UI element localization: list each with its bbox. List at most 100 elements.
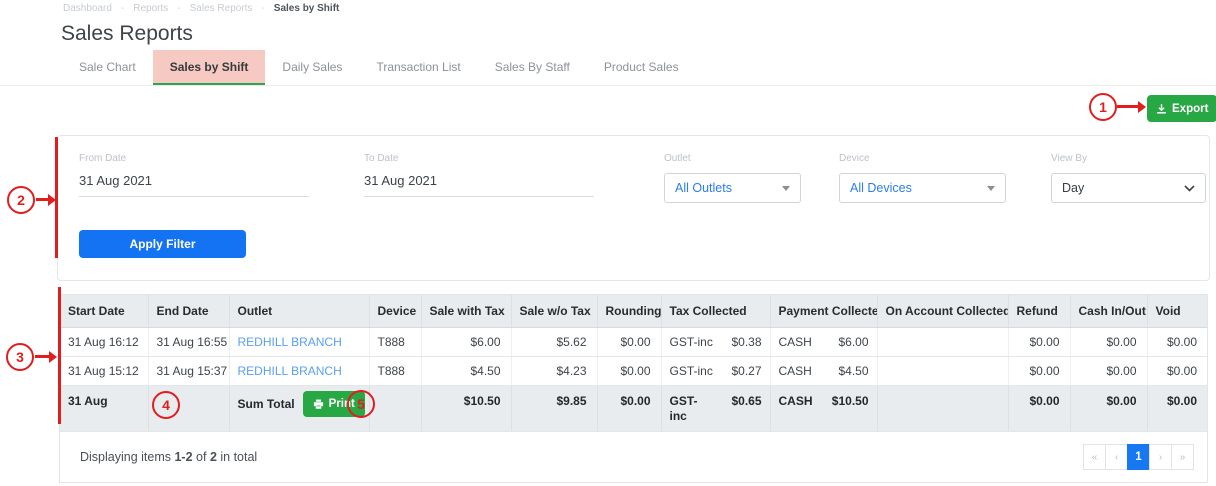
- outlet-link[interactable]: REDHILL BRANCH: [238, 364, 342, 378]
- sales-reports-page: Dashboard - Reports - Sales Reports - Sa…: [0, 0, 1216, 486]
- to-date-field: To Date: [364, 153, 594, 197]
- tab-daily-sales[interactable]: Daily Sales: [265, 50, 359, 86]
- void-cell: $0.00: [1147, 356, 1207, 386]
- tab-sales-by-staff[interactable]: Sales By Staff: [478, 50, 587, 86]
- tax-collected-cell: GST-inc $0.38: [661, 327, 771, 357]
- view-by-filter: View By Day: [1051, 153, 1206, 203]
- summary-text: Displaying items: [80, 450, 175, 464]
- payment-amount: $4.50: [838, 364, 869, 378]
- table-footer: Displaying items 1-2 of 2 in total « ‹ 1…: [60, 432, 1207, 482]
- on-account-cell: [877, 356, 1009, 386]
- sum-date-cell: 31 Aug: [60, 385, 149, 432]
- tab-product-sales[interactable]: Product Sales: [587, 50, 696, 86]
- tax-type: GST-inc: [669, 394, 698, 423]
- annotation-line-3: [58, 287, 61, 424]
- pagination-page-1[interactable]: 1: [1127, 444, 1150, 470]
- from-date-field: From Date: [79, 153, 309, 197]
- end-date-cell: 31 Aug 15:37: [148, 356, 230, 386]
- device-cell: T888: [369, 356, 422, 386]
- device-dropdown[interactable]: All Devices: [839, 173, 1006, 203]
- from-date-input[interactable]: [79, 164, 309, 197]
- outlet-link[interactable]: REDHILL BRANCH: [238, 335, 342, 349]
- payment-type: CASH: [778, 335, 812, 349]
- to-date-label: To Date: [364, 153, 399, 164]
- pagination-first[interactable]: «: [1083, 444, 1106, 470]
- pagination-prev[interactable]: ‹: [1105, 444, 1128, 470]
- sum-rounding: $0.00: [597, 385, 662, 432]
- table-row: 31 Aug 16:12 31 Aug 16:55 REDHILL BRANCH…: [60, 327, 1207, 357]
- sales-by-shift-table-container: Start Date End Date Outlet Device Sale w…: [59, 294, 1208, 483]
- tax-amount: $0.27: [731, 364, 762, 378]
- pagination-next[interactable]: ›: [1149, 444, 1172, 470]
- column-header: Start Date: [60, 295, 149, 328]
- sum-total-label: Sum Total: [237, 396, 295, 411]
- sum-on-account: [877, 385, 1009, 432]
- tax-amount: $0.65: [731, 394, 762, 408]
- summary-text: of: [192, 450, 210, 464]
- table-row: 31 Aug 15:12 31 Aug 15:37 REDHILL BRANCH…: [60, 356, 1207, 386]
- sale-with-tax-cell: $4.50: [421, 356, 512, 386]
- from-date-label: From Date: [79, 153, 127, 164]
- report-tabs: Sale Chart Sales by Shift Daily Sales Tr…: [62, 50, 696, 86]
- payment-amount: $6.00: [838, 335, 869, 349]
- payment-collected-cell: CASH $4.50: [770, 356, 878, 386]
- breadcrumb-separator: -: [120, 3, 125, 14]
- annotation-circle-2: 2: [7, 186, 35, 214]
- device-cell: T888: [369, 327, 422, 357]
- breadcrumb-reports[interactable]: Reports: [133, 3, 168, 14]
- table-header-row: Start Date End Date Outlet Device Sale w…: [60, 295, 1207, 328]
- rounding-cell: $0.00: [597, 356, 662, 386]
- printer-icon: [313, 399, 324, 410]
- annotation-circle-4: 4: [152, 391, 180, 419]
- void-cell: $0.00: [1147, 327, 1207, 357]
- device-filter: Device All Devices: [839, 153, 1006, 203]
- payment-type: CASH: [778, 394, 813, 408]
- payment-collected-cell: CASH $6.00: [770, 327, 878, 357]
- to-date-input[interactable]: [364, 164, 594, 197]
- tab-sale-chart[interactable]: Sale Chart: [62, 50, 153, 86]
- download-icon: [1156, 103, 1167, 115]
- tab-sales-by-shift[interactable]: Sales by Shift: [152, 50, 266, 86]
- column-header: On Account Collected: [877, 295, 1009, 328]
- column-header: End Date: [148, 295, 230, 328]
- outlet-filter: Outlet All Outlets: [664, 153, 801, 203]
- sum-sale-with-tax: $10.50: [421, 385, 512, 432]
- sum-device-cell: [369, 385, 422, 432]
- breadcrumb-dashboard[interactable]: Dashboard: [63, 3, 112, 14]
- sum-void: $0.00: [1147, 385, 1207, 432]
- sale-with-tax-cell: $6.00: [421, 327, 512, 357]
- pagination: « ‹ 1 › »: [1083, 444, 1194, 470]
- column-header: Outlet: [229, 295, 370, 328]
- sum-tax-collected: GST-inc $0.65: [661, 385, 771, 432]
- pagination-last[interactable]: »: [1171, 444, 1194, 470]
- tax-type: GST-inc: [669, 335, 713, 349]
- export-button-label: Export: [1172, 102, 1209, 115]
- outlet-dropdown-value: All Outlets: [675, 181, 732, 195]
- sale-wo-tax-cell: $4.23: [511, 356, 598, 386]
- annotation-circle-1: 1: [1089, 93, 1117, 121]
- tax-amount: $0.38: [731, 335, 762, 349]
- device-dropdown-value: All Devices: [850, 181, 912, 195]
- column-header: Rounding: [597, 295, 662, 328]
- column-header: Payment Collected: [770, 295, 878, 328]
- outlet-dropdown[interactable]: All Outlets: [664, 173, 801, 203]
- end-date-cell: 31 Aug 16:55: [148, 327, 230, 357]
- column-header: Sale w/o Tax: [511, 295, 598, 328]
- column-header: Sale with Tax: [421, 295, 512, 328]
- annotation-circle-5: 5: [347, 390, 375, 418]
- breadcrumb-separator: -: [261, 3, 265, 14]
- column-header: Void: [1147, 295, 1207, 328]
- annotation-circle-3: 3: [6, 343, 34, 371]
- annotation-arrow-3: [35, 350, 57, 363]
- column-header: Tax Collected: [661, 295, 771, 328]
- breadcrumb-sales-reports[interactable]: Sales Reports: [190, 3, 253, 14]
- view-by-select[interactable]: Day: [1051, 173, 1206, 203]
- filter-panel: From Date To Date Outlet All Outlets Dev…: [57, 135, 1210, 281]
- column-header: Cash In/Out: [1070, 295, 1148, 328]
- sale-wo-tax-cell: $5.62: [511, 327, 598, 357]
- apply-filter-button[interactable]: Apply Filter: [79, 230, 246, 258]
- tab-transaction-list[interactable]: Transaction List: [359, 50, 477, 86]
- column-header: Device: [369, 295, 422, 328]
- export-button[interactable]: Export: [1147, 95, 1216, 122]
- breadcrumb: Dashboard - Reports - Sales Reports - Sa…: [63, 3, 339, 14]
